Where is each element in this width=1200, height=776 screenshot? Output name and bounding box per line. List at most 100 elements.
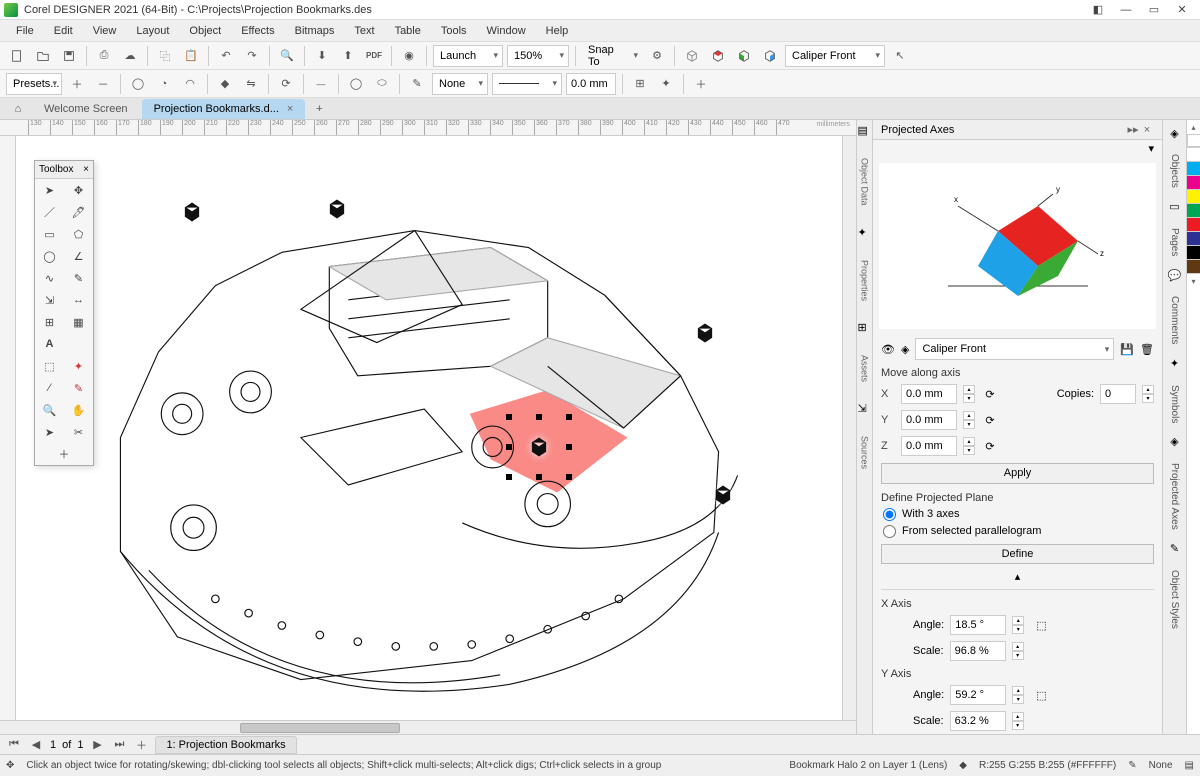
vtab-styles[interactable]: Object Styles xyxy=(1167,562,1182,637)
color-swatch[interactable] xyxy=(1187,204,1200,218)
menu-file[interactable]: File xyxy=(6,20,44,41)
import-icon[interactable]: ⬇ xyxy=(311,45,333,67)
presets-dropdown[interactable]: Presets... xyxy=(6,73,62,95)
x-angle-input[interactable] xyxy=(950,615,1006,635)
drawing-canvas[interactable]: Toolbox× ➤ ✥ ／ 🖊 ▭ ⬠ ◯ ∠ ∿ ✎ ⇲ ↔ xyxy=(16,136,842,720)
vtab-objects-icon[interactable]: ◈ xyxy=(1166,124,1184,142)
color-swatch[interactable] xyxy=(1187,148,1200,162)
redo-icon[interactable]: ↷ xyxy=(241,45,263,67)
docker-menu-icon[interactable]: ▾ xyxy=(1148,143,1154,155)
copy-icon[interactable]: ⿻ xyxy=(154,45,176,67)
y-angle-input[interactable] xyxy=(950,685,1006,705)
color-swatch[interactable] xyxy=(1187,260,1200,274)
assets-icon[interactable]: ⊞ xyxy=(858,321,872,335)
color-swatch[interactable] xyxy=(1187,176,1200,190)
vtab-pages[interactable]: Pages xyxy=(1167,220,1182,264)
palette-menu-icon[interactable]: ▤ xyxy=(1185,760,1194,771)
wrap-icon[interactable]: ⊞ xyxy=(629,73,651,95)
add-icon[interactable]: ＋ xyxy=(690,73,712,95)
y-scale-input[interactable] xyxy=(950,711,1006,731)
move-y-input[interactable] xyxy=(901,410,957,430)
vtab-styles-icon[interactable]: ✎ xyxy=(1166,540,1184,558)
dimension-icon[interactable]: ↔ xyxy=(64,289,93,311)
menu-text[interactable]: Text xyxy=(344,20,384,41)
pick-tool-icon[interactable]: ➤ xyxy=(35,179,64,201)
bookmark-cube-icon[interactable] xyxy=(326,198,348,220)
fill-tool-icon[interactable]: ✎ xyxy=(64,377,93,399)
outline-swatch-icon[interactable]: ✎ xyxy=(1128,760,1136,771)
ruler-horizontal[interactable]: 1301401501601701801902002102202302402502… xyxy=(0,120,856,136)
align-icon[interactable]: — xyxy=(310,73,332,95)
pan-icon[interactable]: ✋ xyxy=(64,399,93,421)
docker-close-icon[interactable]: × xyxy=(1140,124,1154,136)
text-icon[interactable]: A xyxy=(35,333,64,355)
palette-up-icon[interactable]: ▴ xyxy=(1187,120,1200,134)
page-next-icon[interactable]: ▶ xyxy=(89,738,105,751)
midtab-properties[interactable]: Properties xyxy=(859,254,871,307)
publish-icon[interactable]: ◉ xyxy=(398,45,420,67)
save-icon[interactable] xyxy=(58,45,80,67)
connector-icon[interactable]: ⇲ xyxy=(35,289,64,311)
vtab-comments-icon[interactable]: 💬 xyxy=(1166,266,1184,284)
define-button[interactable]: Define xyxy=(881,544,1154,564)
color-swatch[interactable] xyxy=(1187,232,1200,246)
outline-fill-dropdown[interactable]: None xyxy=(432,73,488,95)
pick-axes-icon[interactable]: ↖ xyxy=(889,45,911,67)
crop-icon[interactable]: ✂ xyxy=(64,421,93,443)
move-z-input[interactable] xyxy=(901,436,957,456)
rotate-x-icon[interactable]: ⟳ xyxy=(981,385,999,403)
color-swatch[interactable] xyxy=(1187,218,1200,232)
delete-preset-icon[interactable]: 🗑 xyxy=(1140,343,1154,356)
tab-close-icon[interactable]: × xyxy=(287,103,293,115)
graph-icon[interactable]: ▦ xyxy=(64,311,93,333)
cloud-icon[interactable]: ☁ xyxy=(119,45,141,67)
x-scale-input[interactable] xyxy=(950,641,1006,661)
zoom-icon[interactable]: 🔍 xyxy=(35,399,64,421)
bookmark-cube-icon[interactable] xyxy=(181,201,203,223)
export-icon[interactable]: ⬆ xyxy=(337,45,359,67)
pick2-icon[interactable]: ➤ xyxy=(35,421,64,443)
pie-icon[interactable]: ◔ xyxy=(153,73,175,95)
menu-effects[interactable]: Effects xyxy=(231,20,284,41)
menu-bitmaps[interactable]: Bitmaps xyxy=(285,20,345,41)
horizontal-scrollbar[interactable] xyxy=(0,720,856,734)
options-icon[interactable]: ⚙ xyxy=(646,45,668,67)
arc-icon[interactable]: ◠ xyxy=(179,73,201,95)
vtab-comments[interactable]: Comments xyxy=(1167,288,1182,352)
docker-collapse-icon[interactable]: ▸▸ xyxy=(1126,123,1140,136)
page-first-icon[interactable]: ⏮ xyxy=(6,738,22,751)
menu-window[interactable]: Window xyxy=(477,20,536,41)
move-x-input[interactable] xyxy=(901,384,957,404)
page-last-icon[interactable]: ⏭ xyxy=(111,738,127,751)
linear-icon[interactable]: ∠ xyxy=(64,245,93,267)
ruler-vertical[interactable] xyxy=(0,136,16,720)
bookmark-cube-icon[interactable] xyxy=(712,484,734,506)
objectdata-icon[interactable]: ▤ xyxy=(858,124,872,138)
vtab-axes[interactable]: Projected Axes xyxy=(1167,455,1182,538)
bookmark-cube-icon[interactable] xyxy=(694,322,716,344)
toolbox-close-icon[interactable]: × xyxy=(83,164,89,175)
rotate-icon[interactable]: ⟳ xyxy=(275,73,297,95)
bookmark-cube-icon[interactable] xyxy=(528,436,550,458)
vtab-symbols[interactable]: Symbols xyxy=(1167,377,1182,431)
cube-right-icon[interactable] xyxy=(759,45,781,67)
outline-width-input[interactable] xyxy=(566,73,616,95)
add-tool-icon[interactable]: ＋ xyxy=(35,443,93,465)
undo-icon[interactable]: ↶ xyxy=(215,45,237,67)
page-prev-icon[interactable]: ◀ xyxy=(28,738,44,751)
table-icon[interactable]: ⊞ xyxy=(35,311,64,333)
tab-home[interactable]: ⌂ xyxy=(6,99,30,119)
projected-icon[interactable]: ⬚ xyxy=(35,355,64,377)
shape1-icon[interactable]: ◯ xyxy=(345,73,367,95)
cube-small-icon[interactable]: ◈ xyxy=(901,343,909,356)
ellipse-tool-icon[interactable]: ◯ xyxy=(35,245,64,267)
menu-help[interactable]: Help xyxy=(536,20,579,41)
pen-tool-icon[interactable]: ✎ xyxy=(64,267,93,289)
tab-document[interactable]: Projection Bookmarks.d...× xyxy=(142,99,306,119)
copies-input[interactable] xyxy=(1100,384,1136,404)
vtab-objects[interactable]: Objects xyxy=(1167,146,1182,196)
whatsnew-icon[interactable]: ◧ xyxy=(1084,1,1112,19)
shape-tool-icon[interactable]: ✥ xyxy=(64,179,93,201)
snapto-dropdown[interactable]: Snap To xyxy=(582,45,642,67)
page-add-icon[interactable]: ＋ xyxy=(133,737,149,753)
